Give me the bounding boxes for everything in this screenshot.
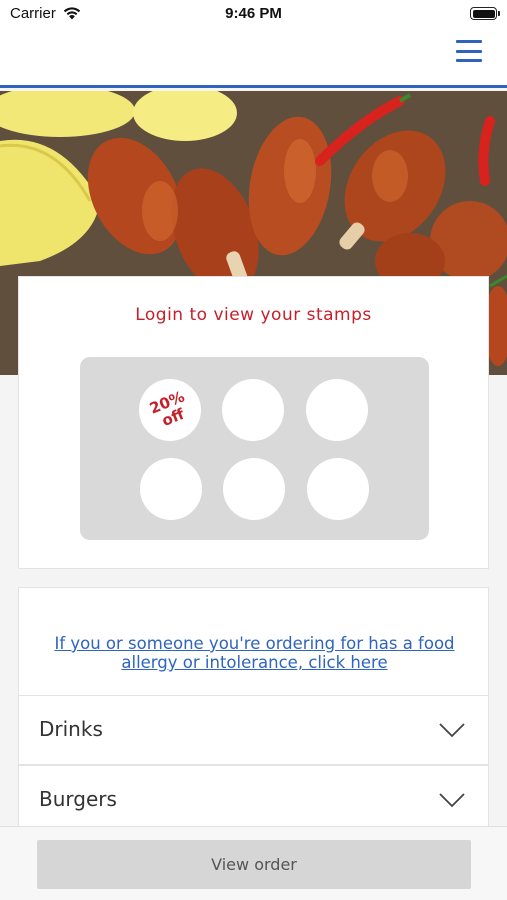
stamp-grid: 20% off xyxy=(80,357,429,540)
stamp-slot xyxy=(306,379,368,441)
clock-time: 9:46 PM xyxy=(225,5,282,22)
hamburger-icon[interactable] xyxy=(456,40,482,62)
category-label: Drinks xyxy=(39,717,103,741)
stamp-card: Login to view your stamps 20% off xyxy=(18,276,489,569)
stamp-slot xyxy=(222,379,284,441)
app-header xyxy=(0,30,507,88)
stamp-slot xyxy=(223,458,285,520)
chevron-down-icon xyxy=(439,793,465,808)
category-label: Burgers xyxy=(39,787,117,811)
status-bar: Carrier 9:46 PM xyxy=(0,0,507,30)
login-to-view-stamps-link[interactable]: Login to view your stamps xyxy=(19,305,488,325)
allergy-notice-card: If you or someone you're ordering for ha… xyxy=(18,587,489,695)
battery-icon xyxy=(470,7,500,20)
allergy-info-link[interactable]: If you or someone you're ordering for ha… xyxy=(39,634,470,672)
stamp-reward: 20% off xyxy=(139,379,201,441)
view-order-button[interactable]: View order xyxy=(37,840,471,889)
bottom-bar: View order xyxy=(0,826,507,900)
stamp-slot xyxy=(307,458,369,520)
category-row-drinks[interactable]: Drinks xyxy=(18,695,489,765)
stamp-slot xyxy=(140,458,202,520)
category-row-burgers[interactable]: Burgers xyxy=(18,765,489,835)
chevron-down-icon xyxy=(439,723,465,738)
